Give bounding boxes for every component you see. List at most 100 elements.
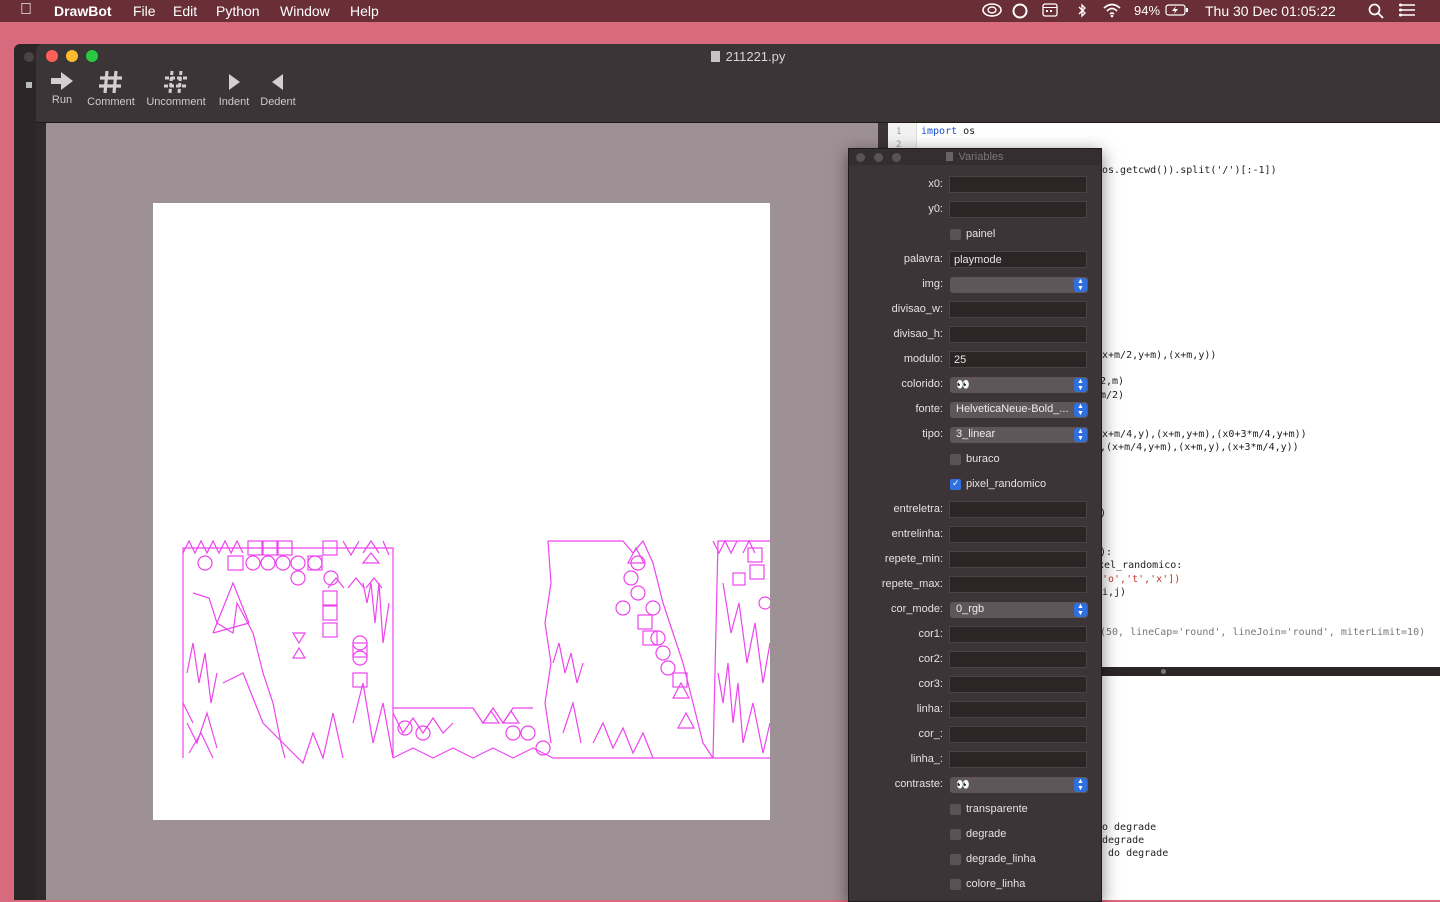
- repete-max-field[interactable]: [949, 576, 1087, 593]
- comment-button[interactable]: Comment: [83, 70, 139, 108]
- buraco-label: buraco: [966, 453, 1000, 465]
- degrade-checkbox[interactable]: [950, 829, 961, 840]
- linha-label: linha:: [916, 703, 943, 715]
- cor-mode-popup[interactable]: 0_rgb ▲ ▼: [950, 602, 1088, 618]
- run-button[interactable]: Run: [46, 70, 78, 106]
- panel-close-icon[interactable]: [856, 153, 865, 162]
- apple-icon[interactable]: : [20, 1, 32, 19]
- repete-min-field[interactable]: [949, 551, 1087, 568]
- drawing-preview[interactable]: [46, 123, 878, 900]
- code-fragment[interactable]: os.getcwd()).split('/')[:-1]): [1102, 165, 1277, 176]
- contraste-label: contraste:: [894, 778, 943, 790]
- bluetooth-icon[interactable]: [1077, 3, 1087, 21]
- tipo-popup[interactable]: 3_linear ▲ ▼: [950, 427, 1088, 443]
- code-fragment[interactable]: 'o','t','x']): [1102, 574, 1180, 585]
- palavra-field[interactable]: playmode: [949, 251, 1087, 268]
- pixel-randomico-label: pixel_randomico: [966, 478, 1047, 490]
- cor3-label: cor3:: [918, 678, 943, 690]
- code-fragment[interactable]: xel_randomico:: [1098, 560, 1182, 571]
- indent-button[interactable]: Indent: [214, 70, 254, 108]
- pixel-randomico-checkbox[interactable]: [950, 478, 961, 490]
- repete-max-label: repete_max:: [881, 578, 943, 590]
- panel-zoom-icon[interactable]: [892, 153, 901, 162]
- x0-field[interactable]: [949, 176, 1087, 193]
- linha-field[interactable]: [949, 701, 1087, 718]
- code-fragment[interactable]: ,(x+m/4,y+m),(x+m,y),(x+3*m/4,y)): [1100, 442, 1299, 453]
- linha-underscore-label: linha_:: [910, 753, 943, 765]
- divisao-w-field[interactable]: [949, 301, 1087, 318]
- code-fragment[interactable]: (50, lineCap='round', lineJoin='round', …: [1100, 627, 1425, 638]
- panel-minimize-icon[interactable]: [874, 153, 883, 162]
- cor-mode-label: cor_mode:: [891, 603, 943, 615]
- popup-arrows-icon: ▲ ▼: [1074, 378, 1087, 392]
- tipo-value: 3_linear: [956, 428, 996, 440]
- menu-app-name[interactable]: DrawBot: [54, 3, 112, 19]
- cor1-field[interactable]: [949, 626, 1087, 643]
- tipo-label: tipo:: [922, 428, 943, 440]
- control-center-icon[interactable]: [1398, 3, 1416, 20]
- colorido-value: 👀: [956, 379, 970, 391]
- entreletra-label: entreletra:: [893, 503, 943, 515]
- colorido-label: colorido:: [901, 378, 943, 390]
- back-window-close-icon[interactable]: [24, 52, 34, 62]
- modulo-field[interactable]: 25: [949, 351, 1087, 368]
- code-line-1[interactable]: import os: [921, 126, 975, 137]
- cor2-label: cor2:: [918, 653, 943, 665]
- transparente-checkbox[interactable]: [950, 804, 961, 815]
- code-fragment[interactable]: x+m/4,y),(x+m,y+m),(x0+3*m/4,y+m)): [1102, 429, 1307, 440]
- img-label: img:: [922, 278, 943, 290]
- cor-underscore-label: cor_:: [918, 728, 943, 740]
- indent-arrow-icon: [229, 74, 240, 90]
- cor1-label: cor1:: [918, 628, 943, 640]
- dedent-label: Dedent: [260, 96, 296, 108]
- divisao-h-field[interactable]: [949, 326, 1087, 343]
- variables-titlebar[interactable]: Variables: [849, 149, 1101, 165]
- menu-edit[interactable]: Edit: [173, 3, 197, 19]
- dedent-button[interactable]: Dedent: [256, 70, 300, 108]
- left-split-handle[interactable]: [36, 123, 46, 900]
- code-fragment[interactable]: x+m/2,y+m),(x+m,y)): [1102, 350, 1216, 361]
- wifi-icon[interactable]: [1102, 3, 1122, 21]
- output-line: do degrade: [1102, 848, 1169, 859]
- entrelinha-field[interactable]: [949, 526, 1087, 543]
- colorido-popup[interactable]: 👀 ▲ ▼: [950, 377, 1088, 393]
- colore-linha-checkbox[interactable]: [950, 879, 961, 890]
- creative-cloud-icon[interactable]: [982, 3, 1002, 20]
- uncomment-button[interactable]: Uncomment: [142, 70, 210, 108]
- fonte-popup[interactable]: HelveticaNeue-Bold_... ▲ ▼: [950, 402, 1088, 418]
- degrade-linha-checkbox[interactable]: [950, 854, 961, 865]
- code-fragment[interactable]: i,j): [1102, 587, 1126, 598]
- cor3-field[interactable]: [949, 676, 1087, 693]
- dedent-arrow-icon: [272, 74, 283, 90]
- degrade-linha-label: degrade_linha: [966, 853, 1036, 865]
- contraste-popup[interactable]: 👀 ▲ ▼: [950, 777, 1088, 793]
- clock[interactable]: Thu 30 Dec 01:05:22: [1205, 3, 1336, 19]
- run-label: Run: [51, 94, 73, 106]
- battery-icon[interactable]: [1165, 3, 1189, 20]
- calendar-icon[interactable]: [1042, 3, 1058, 20]
- output-line: o degrade: [1102, 822, 1157, 833]
- variables-panel[interactable]: Variables x0: y0: painel palavra: playmo…: [848, 148, 1102, 902]
- glyph-pattern-drawing: [182, 539, 772, 765]
- linha-underscore-field[interactable]: [949, 751, 1087, 768]
- window-titlebar[interactable]: 211221.py Run Comment Uncomment Indent D…: [36, 44, 1440, 123]
- y0-label: y0:: [928, 203, 943, 215]
- menu-window[interactable]: Window: [280, 3, 330, 19]
- buraco-checkbox[interactable]: [950, 454, 961, 465]
- entreletra-field[interactable]: [949, 501, 1087, 518]
- comment-label: Comment: [87, 96, 135, 108]
- code-fragment[interactable]: m/2): [1100, 390, 1124, 401]
- menu-help[interactable]: Help: [350, 3, 379, 19]
- y0-field[interactable]: [949, 201, 1087, 218]
- code-fragment[interactable]: 2,m): [1100, 376, 1124, 387]
- menu-file[interactable]: File: [133, 3, 156, 19]
- painel-checkbox[interactable]: [950, 229, 961, 240]
- menu-python[interactable]: Python: [216, 3, 260, 19]
- popup-arrows-icon: ▲ ▼: [1074, 403, 1087, 417]
- img-popup[interactable]: ▲ ▼: [950, 277, 1088, 293]
- cor2-field[interactable]: [949, 651, 1087, 668]
- cor-underscore-field[interactable]: [949, 726, 1087, 743]
- spotlight-search-icon[interactable]: [1368, 3, 1384, 22]
- popup-arrows-icon: ▲ ▼: [1074, 278, 1087, 292]
- circle-status-icon[interactable]: [1012, 3, 1028, 22]
